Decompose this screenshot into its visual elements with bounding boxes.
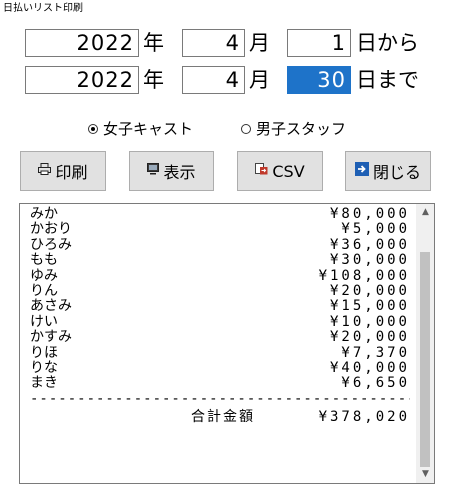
total-label: 合計金額 xyxy=(191,409,255,426)
total-row: 合計金額 ¥378,020 xyxy=(30,409,410,428)
from-year-field[interactable]: 2022 xyxy=(25,29,139,57)
list-item-amount: ¥36,000 xyxy=(329,236,410,253)
scroll-down-icon[interactable]: ▼ xyxy=(417,466,434,483)
list-item[interactable]: けい ¥10,000 xyxy=(30,313,410,330)
to-year-unit: 年 xyxy=(143,68,164,92)
exit-icon xyxy=(354,162,369,180)
to-month-unit: 月 xyxy=(249,68,270,92)
list-item-amount: ¥20,000 xyxy=(329,282,410,299)
list-item-name: みか xyxy=(30,206,58,222)
print-button-label: 印刷 xyxy=(55,163,88,182)
display-button[interactable]: 表示 xyxy=(129,151,214,191)
printer-icon xyxy=(38,163,52,179)
list-item-amount: ¥40,000 xyxy=(329,359,410,376)
list-item-amount: ¥30,000 xyxy=(329,252,410,269)
list-item[interactable]: ひろみ ¥36,000 xyxy=(30,236,410,253)
list-scrollbar[interactable]: ▲ ▼ xyxy=(416,204,434,483)
payment-list[interactable]: みか ¥80,000 かおり ¥5,000 ひろみ ¥36,000 もも ¥30,000 ゆみ ¥… xyxy=(19,203,435,484)
scroll-thumb[interactable] xyxy=(420,252,430,467)
window-title: 日払いリスト印刷 xyxy=(3,3,83,14)
from-month-field[interactable]: 4 xyxy=(182,29,245,57)
from-year-unit: 年 xyxy=(143,31,164,55)
to-year-field[interactable]: 2022 xyxy=(25,66,139,94)
to-day-field[interactable]: 30 xyxy=(287,66,351,94)
list-item-amount: ¥15,000 xyxy=(329,298,410,315)
from-day-unit: 日から xyxy=(356,31,419,55)
scroll-up-icon[interactable]: ▲ xyxy=(417,204,434,221)
list-item-name: りな xyxy=(30,359,58,376)
from-day-field[interactable]: 1 xyxy=(287,29,351,57)
list-item-name: もも xyxy=(30,252,58,269)
radio-checked-icon xyxy=(88,124,98,134)
list-item[interactable]: ゆみ ¥108,000 xyxy=(30,267,410,284)
close-button-label: 閉じる xyxy=(372,163,421,182)
list-item[interactable]: もも ¥30,000 xyxy=(30,252,410,269)
csv-export-icon xyxy=(255,163,268,179)
csv-button-label: CSV xyxy=(272,161,305,181)
radio-female-cast-label: 女子キャスト xyxy=(103,120,194,138)
list-item-amount: ¥10,000 xyxy=(329,313,410,330)
list-item[interactable]: かすみ ¥20,000 xyxy=(30,329,410,346)
radio-male-staff-label: 男子スタッフ xyxy=(256,120,347,138)
csv-button[interactable]: CSV xyxy=(237,151,323,191)
list-item[interactable]: りん ¥20,000 xyxy=(30,282,410,299)
radio-female-cast[interactable]: 女子キャスト xyxy=(88,119,193,139)
radio-male-staff[interactable]: 男子スタッフ xyxy=(241,119,346,139)
list-item-name: かおり xyxy=(30,221,72,238)
to-month-field[interactable]: 4 xyxy=(182,66,245,94)
list-item-amount: ¥108,000 xyxy=(318,267,410,284)
list-item[interactable]: りほ ¥7,370 xyxy=(30,344,410,361)
list-item-amount: ¥80,000 xyxy=(329,206,410,222)
list-item-name: りほ xyxy=(30,344,58,361)
display-button-label: 表示 xyxy=(163,163,196,182)
list-item[interactable]: あさみ ¥15,000 xyxy=(30,298,410,315)
list-item-name: ひろみ xyxy=(30,236,72,253)
payment-rows: みか ¥80,000 かおり ¥5,000 ひろみ ¥36,000 もも ¥30,000 ゆみ ¥… xyxy=(30,206,410,428)
close-button[interactable]: 閉じる xyxy=(345,151,431,191)
list-item[interactable]: みか ¥80,000 xyxy=(30,206,410,222)
list-item-name: かすみ xyxy=(30,329,72,346)
print-button[interactable]: 印刷 xyxy=(20,151,106,191)
from-month-unit: 月 xyxy=(249,31,270,55)
list-item-amount: ¥20,000 xyxy=(329,329,410,346)
list-item[interactable]: かおり ¥5,000 xyxy=(30,221,410,238)
list-item-amount: ¥5,000 xyxy=(341,221,410,238)
to-day-unit: 日まで xyxy=(356,68,419,92)
list-item[interactable]: りな ¥40,000 xyxy=(30,359,410,376)
list-item-amount: ¥6,650 xyxy=(341,375,410,392)
list-item-name: まき xyxy=(30,375,58,392)
separator-line: ----------------------------------------… xyxy=(30,391,410,407)
list-item-amount: ¥7,370 xyxy=(341,344,410,361)
list-item[interactable]: まき ¥6,650 xyxy=(30,375,410,392)
list-item-name: ゆみ xyxy=(30,267,58,284)
monitor-icon xyxy=(147,163,160,179)
radio-unchecked-icon xyxy=(241,124,251,134)
total-amount: ¥378,020 xyxy=(318,409,410,426)
list-item-name: りん xyxy=(30,282,58,299)
list-item-name: あさみ xyxy=(30,298,72,315)
list-item-name: けい xyxy=(30,313,58,330)
